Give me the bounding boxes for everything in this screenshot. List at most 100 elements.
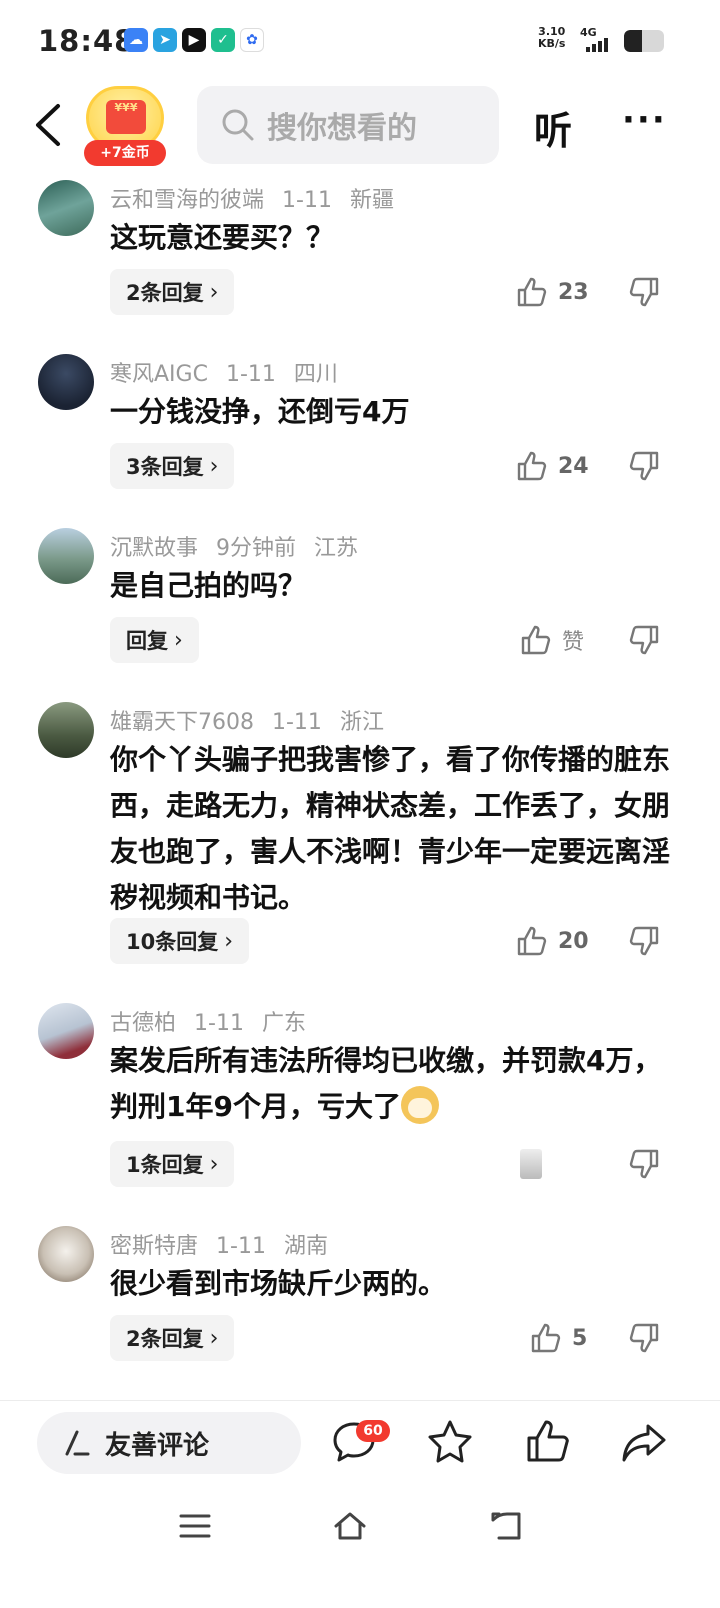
avatar[interactable]	[38, 354, 94, 410]
thumbs-up-icon	[531, 1323, 561, 1353]
comment-placeholder: 友善评论	[105, 1430, 210, 1461]
reply-label: 3条回复	[126, 455, 204, 479]
thumbs-up-icon[interactable]	[524, 1418, 572, 1466]
search-input[interactable]: 搜你想看的	[197, 86, 499, 164]
avatar[interactable]	[38, 1226, 94, 1282]
comment-text[interactable]: 这玩意还要买？？	[110, 215, 670, 261]
comment-meta: 古德柏 1-11 广东	[110, 1005, 324, 1037]
comment-username[interactable]: 古德柏	[110, 1011, 176, 1036]
signal-icon	[586, 38, 608, 52]
comment-username[interactable]: 寒风AIGC	[110, 362, 208, 387]
chevron-right-icon: ›	[209, 279, 219, 305]
view-replies-button[interactable]: 2条回复 ›	[110, 1315, 235, 1361]
view-replies-button[interactable]: 1条回复 ›	[110, 1141, 235, 1187]
comment-location: 广东	[261, 1011, 306, 1036]
comment-date: 1-11	[272, 710, 322, 735]
like-button[interactable]: 20	[516, 918, 589, 964]
thumbs-up-icon	[517, 451, 547, 481]
comment-text[interactable]: 是自己拍的吗？	[110, 563, 670, 609]
shield-app-icon: ✓	[211, 28, 235, 52]
like-button[interactable]: 5	[530, 1315, 587, 1361]
comment-date: 9分钟前	[216, 536, 297, 561]
like-button[interactable]: 23	[516, 269, 589, 315]
coin-reward-button[interactable]: ¥¥¥ +7金币	[84, 86, 166, 166]
pen-icon	[65, 1430, 90, 1456]
comment-username[interactable]: 云和雪海的彼端	[110, 188, 264, 213]
comment-date: 1-11	[282, 188, 332, 213]
avatar[interactable]	[38, 1003, 94, 1059]
comment-username[interactable]: 雄霸天下7608	[110, 710, 254, 735]
like-count: 24	[558, 453, 589, 479]
back-nav-icon[interactable]	[489, 1508, 525, 1544]
comment-meta: 密斯特唐 1-11 湖南	[110, 1228, 346, 1260]
comment-username[interactable]: 密斯特唐	[110, 1234, 198, 1259]
search-placeholder: 搜你想看的	[267, 111, 417, 146]
battery-icon	[624, 30, 664, 52]
avatar[interactable]	[38, 702, 94, 758]
share-icon[interactable]	[620, 1418, 668, 1466]
like-animation-icon	[520, 1149, 542, 1179]
view-replies-button[interactable]: 2条回复 ›	[110, 269, 235, 315]
chevron-right-icon: ›	[174, 627, 183, 653]
comment-location: 浙江	[339, 710, 384, 735]
thumbs-down-icon[interactable]	[628, 1322, 660, 1354]
comment-text[interactable]: 案发后所有违法所得均已收缴，并罚款4万，判刑1年9个月，亏大了	[110, 1038, 670, 1130]
star-icon[interactable]	[426, 1418, 474, 1466]
like-count: 5	[572, 1325, 588, 1351]
comment-location: 四川	[293, 362, 338, 387]
avatar[interactable]	[38, 180, 94, 236]
status-bar: 18:48 ☁ ➤ ▶ ✓ ✿ 3.10 KB/s 4G	[0, 0, 720, 80]
listen-button[interactable]: 听	[534, 100, 572, 155]
chevron-right-icon: ›	[224, 928, 234, 954]
comment-username[interactable]: 沉默故事	[110, 536, 198, 561]
red-envelope-icon: ¥¥¥	[106, 100, 146, 134]
thumbs-down-icon[interactable]	[628, 450, 660, 482]
comment-date: 1-11	[216, 1234, 266, 1259]
like-button[interactable]: 24	[516, 443, 589, 489]
comment-text[interactable]: 一分钱没挣，还倒亏4万	[110, 389, 670, 435]
like-button[interactable]: 赞	[520, 617, 584, 663]
chevron-right-icon: ›	[209, 1151, 219, 1177]
network-speed-unit: KB/s	[538, 37, 566, 50]
chevron-right-icon: ›	[209, 453, 219, 479]
comment-text-body: 案发后所有违法所得均已收缴，并罚款4万，判刑1年9个月，亏大了	[110, 1044, 662, 1123]
comment-input[interactable]: 友善评论	[37, 1412, 301, 1474]
home-icon[interactable]	[332, 1508, 368, 1544]
notification-icons: ☁ ➤ ▶ ✓ ✿	[124, 28, 264, 52]
comment-count-badge: 60	[356, 1420, 390, 1442]
more-options-button[interactable]: ···	[622, 100, 667, 140]
comment-date: 1-11	[194, 1011, 244, 1036]
chevron-right-icon: ›	[209, 1325, 219, 1351]
doge-emoji-icon	[400, 1086, 439, 1124]
thumbs-down-icon[interactable]	[628, 1148, 660, 1180]
comment-location: 江苏	[314, 536, 359, 561]
comment-text[interactable]: 很少看到市场缺斤少两的。	[110, 1261, 670, 1307]
like-button[interactable]	[520, 1141, 552, 1187]
menu-icon[interactable]	[177, 1508, 213, 1544]
clock: 18:48	[38, 24, 136, 58]
view-replies-button[interactable]: 3条回复 ›	[110, 443, 235, 489]
comment-location: 新疆	[349, 188, 394, 213]
like-count: 20	[558, 928, 589, 954]
thumbs-up-icon	[521, 625, 551, 655]
view-replies-button[interactable]: 10条回复 ›	[110, 918, 250, 964]
cloud-app-icon: ☁	[124, 28, 148, 52]
back-icon[interactable]	[30, 102, 70, 148]
like-count: 23	[558, 279, 589, 305]
reply-label: 2条回复	[126, 1327, 204, 1351]
thumbs-down-icon[interactable]	[628, 925, 660, 957]
avatar[interactable]	[38, 528, 94, 584]
comment-location: 湖南	[283, 1234, 328, 1259]
reply-button[interactable]: 回复 ›	[110, 617, 199, 663]
comment-text[interactable]: 你个丫头骗子把我害惨了，看了你传播的脏东西，走路无力，精神状态差，工作丢了，女朋…	[110, 737, 670, 921]
reply-label: 1条回复	[126, 1153, 204, 1177]
baidu-app-icon: ✿	[240, 28, 264, 52]
network-speed: 3.10 KB/s	[538, 26, 565, 50]
thumbs-up-icon	[517, 277, 547, 307]
thumbs-down-icon[interactable]	[628, 624, 660, 656]
comment-date: 1-11	[225, 362, 276, 387]
thumbs-up-icon	[517, 926, 547, 956]
comment-meta: 云和雪海的彼端 1-11 新疆	[110, 182, 412, 214]
thumbs-down-icon[interactable]	[628, 276, 660, 308]
reply-label: 10条回复	[126, 930, 219, 954]
